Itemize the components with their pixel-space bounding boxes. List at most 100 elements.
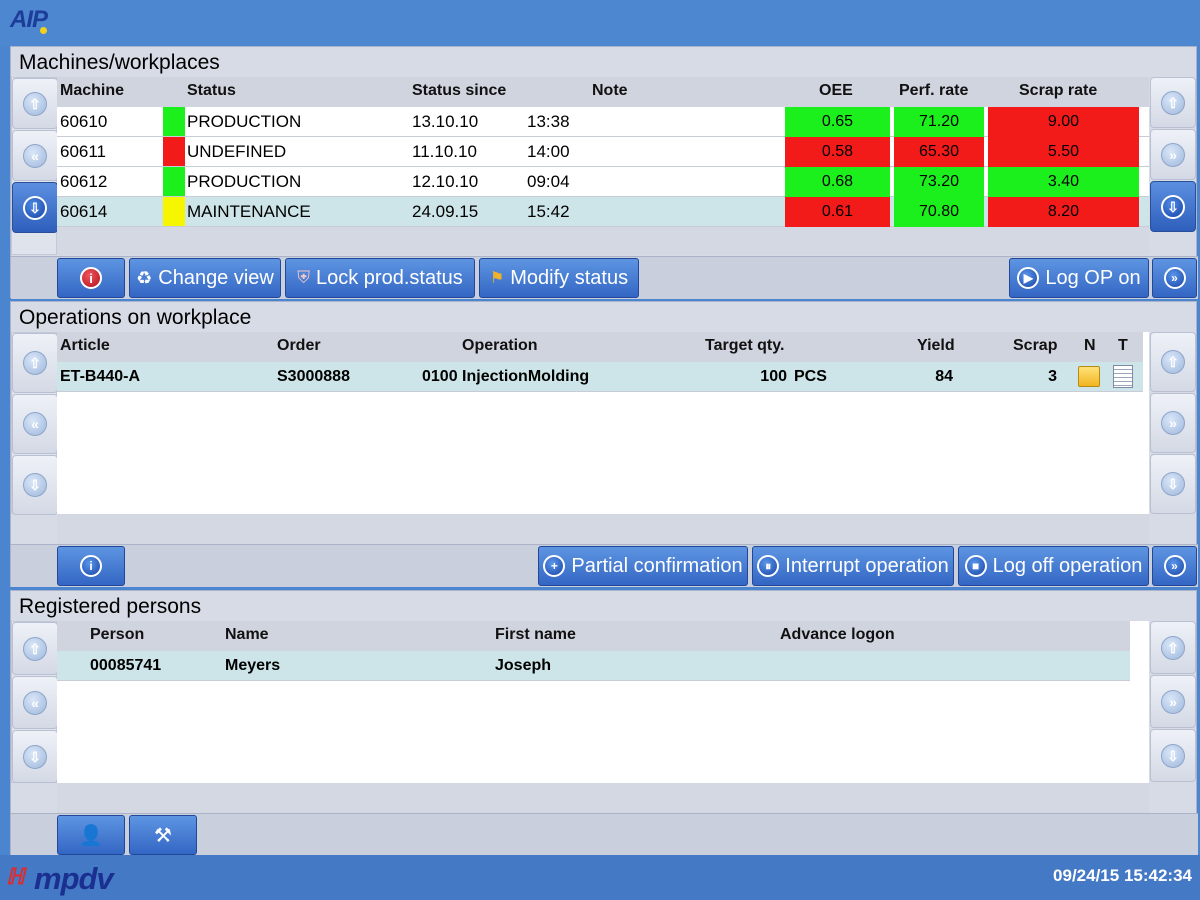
col-t[interactable]: T: [1118, 337, 1128, 355]
tools-icon: ⚒: [154, 824, 172, 847]
person-row[interactable]: 00085741 Meyers Joseph: [57, 651, 1130, 681]
oee-value: 0.61: [785, 197, 890, 227]
arrow-down-icon: ⇩: [23, 744, 47, 769]
status-indicator: [163, 107, 185, 136]
col-yield[interactable]: Yield: [917, 337, 955, 355]
modify-status-label: Modify status: [510, 266, 629, 289]
scrap-rate-value: 5.50: [988, 137, 1139, 167]
machines-right-up-button[interactable]: ⇧: [1150, 77, 1196, 128]
col-oee[interactable]: OEE: [819, 82, 853, 100]
interrupt-operation-button[interactable]: ⏸ Interrupt operation: [752, 546, 954, 586]
partial-confirmation-button[interactable]: + Partial confirmation: [538, 546, 748, 586]
operation-article: ET-B440-A: [60, 368, 141, 385]
oee-value: 0.68: [785, 167, 890, 197]
partial-confirmation-label: Partial confirmation: [571, 554, 743, 577]
forward-icon: »: [1163, 555, 1186, 577]
status-indicator: [163, 197, 185, 226]
operations-right-up-button[interactable]: ⇧: [1150, 332, 1196, 392]
oee-value: 0.65: [785, 107, 890, 137]
operation-row[interactable]: ET-B440-A S3000888 0100 InjectionMolding…: [57, 362, 1143, 392]
col-person[interactable]: Person: [90, 626, 144, 644]
col-n[interactable]: N: [1084, 337, 1096, 355]
operation-info-button[interactable]: i: [57, 546, 125, 586]
arrow-down-icon: ⇩: [1161, 194, 1185, 219]
persons-table: Person Name First name Advance logon 000…: [57, 621, 1149, 783]
modify-status-button[interactable]: ⚑ Modify status: [479, 258, 639, 298]
col-status-since[interactable]: Status since: [412, 82, 506, 100]
machine-id: 60614: [60, 202, 108, 221]
col-perf-rate[interactable]: Perf. rate: [899, 82, 968, 100]
change-view-button[interactable]: ♻ Change view: [129, 258, 281, 298]
operations-right-nav: ⇧ » ⇩: [1150, 332, 1196, 514]
col-name[interactable]: Name: [225, 626, 269, 644]
col-article[interactable]: Article: [60, 337, 110, 355]
col-machine[interactable]: Machine: [60, 82, 124, 100]
info-icon: i: [80, 555, 102, 577]
perf-rate-value: 73.20: [894, 167, 984, 197]
col-scrap-rate[interactable]: Scrap rate: [1019, 82, 1097, 100]
status-indicator: [163, 167, 185, 196]
machine-row[interactable]: 60612 PRODUCTION 12.10.10 09:04 0.68 73.20 3.4…: [57, 167, 1149, 197]
operations-scroll-down-button[interactable]: ⇩: [12, 455, 58, 515]
arrow-up-icon: ⇧: [1161, 350, 1185, 374]
arrow-down-icon: ⇩: [23, 195, 47, 220]
double-arrow-right-icon: »: [1161, 411, 1185, 435]
status-date: 24.09.15: [412, 202, 479, 221]
operations-page-button[interactable]: «: [12, 394, 58, 454]
machines-scroll-down-button[interactable]: ⇩: [12, 182, 58, 233]
persons-scroll-down-button[interactable]: ⇩: [12, 730, 58, 783]
machines-button-bar: i ♻ Change view ⛨ Lock prod.status ⚑ Modify…: [11, 256, 1198, 299]
col-first-name[interactable]: First name: [495, 626, 576, 644]
persons-button-bar: 👤 ⚒: [11, 813, 1198, 856]
col-target-qty[interactable]: Target qty.: [705, 337, 784, 355]
persons-title: Registered persons: [19, 595, 202, 618]
persons-scroll-up-button[interactable]: ⇧: [12, 622, 58, 675]
col-advance-logon[interactable]: Advance logon: [780, 626, 895, 644]
operations-forward-button[interactable]: »: [1152, 546, 1197, 586]
operation-name: 0100 InjectionMolding: [422, 368, 590, 385]
machines-scroll-up-button[interactable]: ⇧: [12, 78, 58, 129]
persons-right-down-button[interactable]: ⇩: [1150, 729, 1196, 782]
col-order[interactable]: Order: [277, 337, 321, 355]
text-icon[interactable]: [1113, 365, 1133, 388]
status-time: 14:00: [527, 142, 570, 161]
log-off-operation-button[interactable]: ■ Log off operation: [958, 546, 1149, 586]
operations-scroll-up-button[interactable]: ⇧: [12, 333, 58, 393]
note-icon[interactable]: [1078, 366, 1100, 387]
operations-title: Operations on workplace: [19, 306, 252, 329]
machine-row[interactable]: 60610 PRODUCTION 13.10.10 13:38 0.65 71.20 9.0…: [57, 107, 1149, 137]
scrap-rate-value: 3.40: [988, 167, 1139, 197]
machines-page-button[interactable]: «: [12, 130, 58, 181]
machines-panel: Machines/workplaces ⇧ « ⇩ Machine Status…: [10, 46, 1198, 299]
double-arrow-icon: «: [23, 412, 47, 436]
machine-row[interactable]: 60614 MAINTENANCE 24.09.15 15:42 0.61 70.80 8.…: [57, 197, 1149, 227]
operations-right-down-button[interactable]: ⇩: [1150, 454, 1196, 514]
log-op-on-button[interactable]: ▶ Log OP on: [1009, 258, 1149, 298]
operations-right-page-button[interactable]: »: [1150, 393, 1196, 453]
persons-page-button[interactable]: «: [12, 676, 58, 729]
persons-right-page-button[interactable]: »: [1150, 675, 1196, 728]
tools-button[interactable]: ⚒: [129, 815, 197, 855]
play-icon: ▶: [1017, 267, 1040, 289]
machine-status: MAINTENANCE: [187, 202, 311, 221]
col-operation[interactable]: Operation: [462, 337, 538, 355]
arrow-down-icon: ⇩: [23, 473, 47, 497]
machine-row[interactable]: 60611 UNDEFINED 11.10.10 14:00 0.58 65.30 5.50: [57, 137, 1149, 167]
person-first-name: Joseph: [495, 657, 552, 674]
machines-forward-button[interactable]: »: [1152, 258, 1197, 298]
operation-unit: PCS: [794, 368, 827, 385]
col-scrap[interactable]: Scrap: [1013, 337, 1057, 355]
status-date: 11.10.10: [412, 142, 477, 161]
status-time: 13:38: [527, 112, 570, 131]
persons-right-up-button[interactable]: ⇧: [1150, 621, 1196, 674]
arrow-down-icon: ⇩: [1161, 743, 1185, 768]
col-note[interactable]: Note: [592, 82, 628, 100]
machine-info-button[interactable]: i: [57, 258, 125, 298]
machines-right-page-button[interactable]: »: [1150, 129, 1196, 180]
double-arrow-icon: «: [23, 143, 47, 168]
machines-title: Machines/workplaces: [19, 51, 220, 74]
person-button[interactable]: 👤: [57, 815, 125, 855]
machines-right-down-button[interactable]: ⇩: [1150, 181, 1196, 232]
col-status[interactable]: Status: [187, 82, 236, 100]
lock-prod-status-button[interactable]: ⛨ Lock prod.status: [285, 258, 475, 298]
